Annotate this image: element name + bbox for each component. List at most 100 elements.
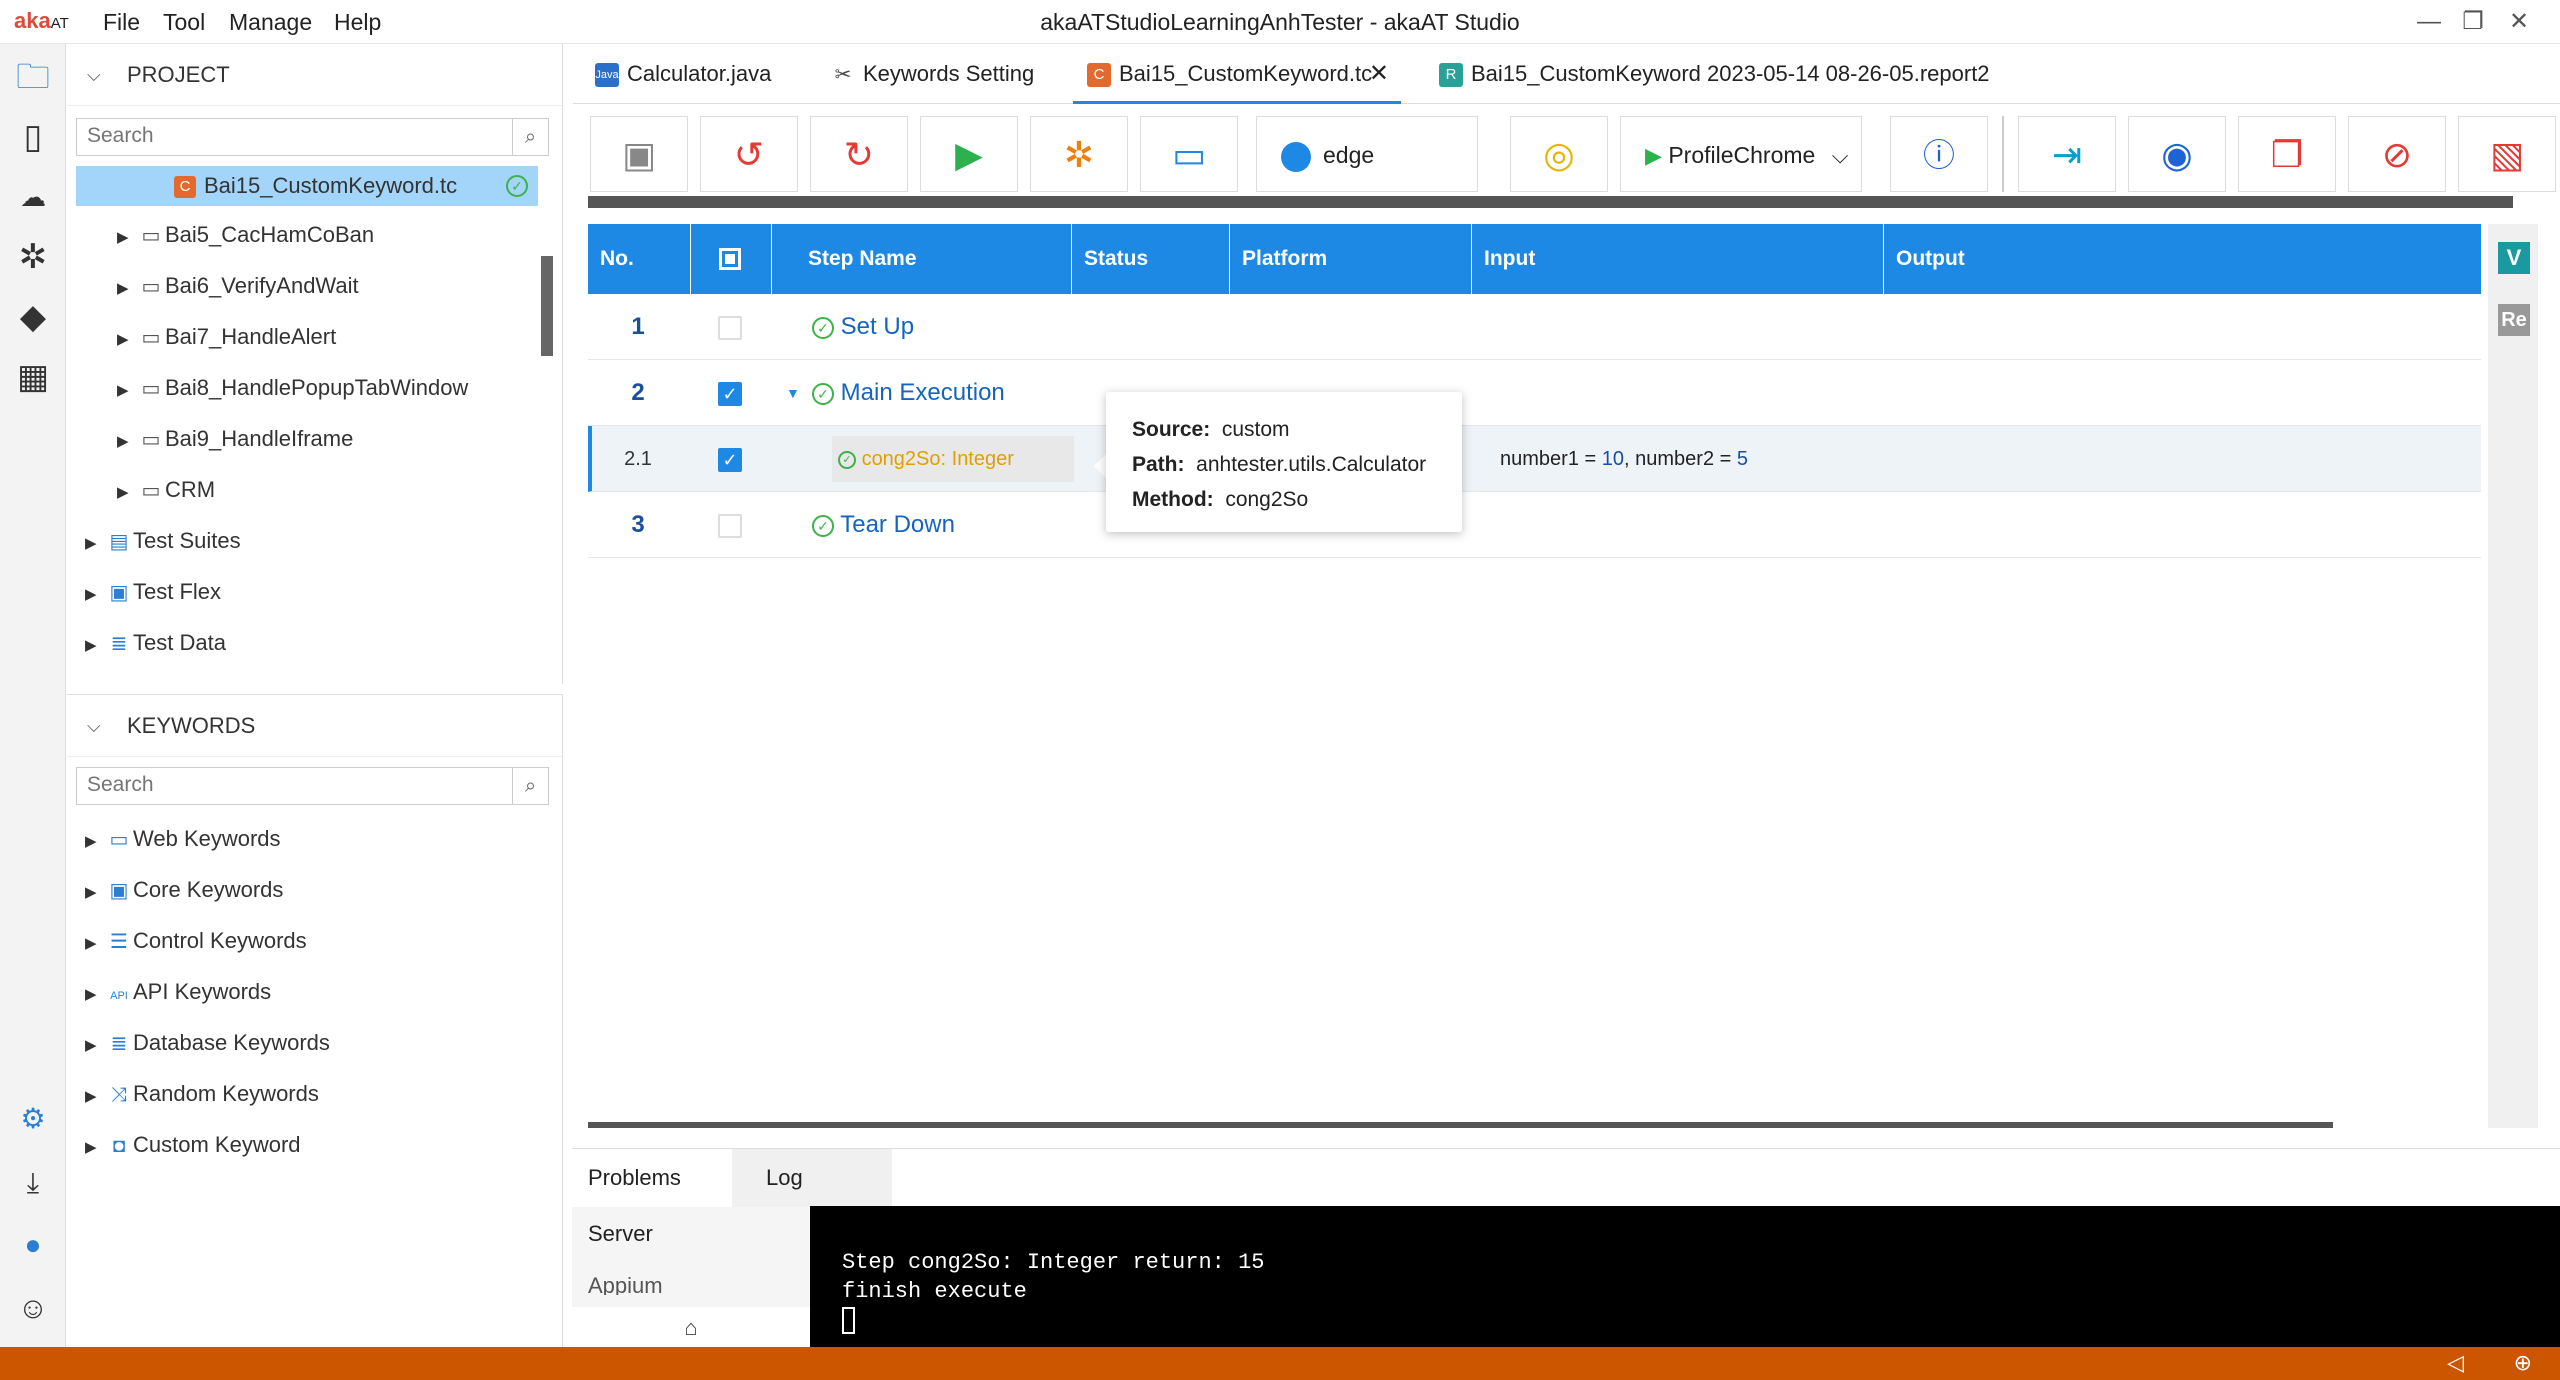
row-checkbox[interactable]: ✓ xyxy=(718,448,742,472)
close-tab-icon[interactable]: ✕ xyxy=(1369,44,1389,104)
info-icon[interactable]: ⓘ xyxy=(1890,116,1988,192)
remote-screen-icon[interactable]: ▭ xyxy=(1140,116,1238,192)
tab-report[interactable]: R Bai15_CustomKeyword 2023-05-14 08-26-05… xyxy=(1425,44,2015,104)
grid-apps-icon[interactable]: ▦ xyxy=(10,354,56,400)
row-checkbox[interactable] xyxy=(718,316,742,340)
variables-button[interactable]: V xyxy=(2498,242,2530,274)
col-platform[interactable]: Platform xyxy=(1230,224,1472,294)
tree-item-web-keywords[interactable]: ▶ ▭ Web Keywords xyxy=(85,819,281,859)
undo-icon[interactable]: ↺ xyxy=(700,116,798,192)
col-status[interactable]: Status xyxy=(1072,224,1230,294)
tab-problems[interactable]: Problems xyxy=(572,1149,697,1207)
select-all-checkbox[interactable] xyxy=(719,248,741,270)
tree-item-test-data[interactable]: ▶ ≣ Test Data xyxy=(85,623,226,663)
tree-item-database-keywords[interactable]: ▶ ≣ Database Keywords xyxy=(85,1023,330,1063)
tree-item-bai7[interactable]: ▶ ▭ Bai7_HandleAlert xyxy=(117,317,336,357)
chevron-down-icon: ⌵ xyxy=(1831,143,1849,168)
col-input[interactable]: Input xyxy=(1472,224,1884,294)
expand-triangle-icon[interactable]: ▼ xyxy=(786,360,800,426)
tab-log[interactable]: Log xyxy=(732,1149,892,1207)
table-row[interactable]: 1 ✓ Set Up xyxy=(588,294,2481,360)
crosshair-icon[interactable]: ⊕ xyxy=(2514,1350,2532,1376)
tree-item-crm[interactable]: ▶ ▭ CRM xyxy=(117,470,215,510)
col-output[interactable]: Output xyxy=(1884,224,2481,294)
close-window-icon[interactable]: ✕ xyxy=(2500,4,2538,40)
copy-pages-icon[interactable]: ❐ xyxy=(2238,116,2336,192)
project-search-input[interactable] xyxy=(77,119,497,153)
redo-icon[interactable]: ↻ xyxy=(810,116,908,192)
swirl-icon[interactable]: ● xyxy=(10,1222,56,1268)
play-small-icon: ▶ xyxy=(1645,143,1662,168)
step-name[interactable]: ✓ Main Execution xyxy=(812,360,1005,426)
globe-icon[interactable]: ◎ xyxy=(1510,116,1608,192)
restore-icon[interactable]: ❐ xyxy=(2454,4,2492,40)
mobile-icon[interactable]: ▯ xyxy=(10,114,56,160)
table-row[interactable]: 3 ✓ Tear Down xyxy=(588,492,2481,558)
keywords-search-input[interactable] xyxy=(77,768,497,802)
appium-item[interactable]: Appium xyxy=(588,1273,663,1295)
table-row[interactable]: 2 ✓ ▼ ✓ Main Execution xyxy=(588,360,2481,426)
block-icon[interactable]: ⊘ xyxy=(2348,116,2446,192)
tree-item-bai9[interactable]: ▶ ▭ Bai9_HandleIframe xyxy=(117,419,353,459)
browser-select[interactable]: edge xyxy=(1256,116,1478,192)
step-name[interactable]: ✓ Set Up xyxy=(812,294,914,360)
log-console[interactable]: Step cong2So: Integer return: 15 finish … xyxy=(810,1206,2560,1347)
run-play-icon[interactable]: ▶ xyxy=(920,116,1018,192)
tab-bai15-customkeyword[interactable]: C Bai15_CustomKeyword.tc ✕ xyxy=(1073,44,1401,104)
api-cloud-icon[interactable]: ☁ xyxy=(10,174,56,220)
test-suites-icon: ▤ xyxy=(109,531,129,553)
save-icon[interactable]: ▣ xyxy=(590,116,688,192)
col-step-name[interactable]: Step Name xyxy=(772,224,1072,294)
step-name[interactable]: ✓ Tear Down xyxy=(812,492,955,558)
settings-gear-icon[interactable]: ⚙ xyxy=(10,1096,56,1142)
minimize-icon[interactable]: — xyxy=(2410,4,2448,40)
profile-select[interactable]: ▶ ProfileChrome ⌵ xyxy=(1620,116,1862,192)
col-select-all[interactable] xyxy=(691,224,772,294)
keyword-pill[interactable]: ✓ cong2So: Integer xyxy=(832,436,1074,482)
tree-item-custom-keyword[interactable]: ▶ ◘ Custom Keyword xyxy=(85,1125,301,1165)
git-icon[interactable]: ◆ xyxy=(10,294,56,340)
user-icon[interactable]: ☺ xyxy=(10,1286,56,1332)
tree-item-control-keywords[interactable]: ▶ ☰ Control Keywords xyxy=(85,921,307,961)
tooltip-arrow xyxy=(1094,454,1106,478)
megaphone-icon[interactable]: ◁ xyxy=(2447,1350,2464,1376)
toolbar-divider xyxy=(2002,116,2004,192)
tree-item-bai5[interactable]: ▶ ▭ Bai5_CacHamCoBan xyxy=(117,215,374,255)
tree-item-selected-file[interactable]: C Bai15_CustomKeyword.tc ✓ xyxy=(76,166,538,206)
debug-bug-icon[interactable]: ✲ xyxy=(1030,116,1128,192)
table-row[interactable]: 2.1 ✓ ✓ cong2So: Integer number1 = 10, n… xyxy=(588,426,2481,492)
export-icon[interactable]: ⇥ xyxy=(2018,116,2116,192)
row-checkbox[interactable]: ✓ xyxy=(718,382,742,406)
tree-item-random-keywords[interactable]: ▶ ⤨ Random Keywords xyxy=(85,1074,319,1114)
hide-eye-icon[interactable]: ◉ xyxy=(2128,116,2226,192)
col-no[interactable]: No. xyxy=(588,224,691,294)
tree-item-test-flex[interactable]: ▶ ▣ Test Flex xyxy=(85,572,221,612)
search-icon[interactable]: ⌕ xyxy=(512,119,548,155)
project-header[interactable]: ⌵ PROJECT xyxy=(67,44,562,106)
server-control-icon[interactable]: ⌂ xyxy=(572,1307,810,1348)
tab-keywords-setting[interactable]: ✂ Keywords Setting xyxy=(817,44,1057,104)
tree-item-api-keywords[interactable]: ▶ API API Keywords xyxy=(85,972,271,1012)
row-checkbox[interactable] xyxy=(718,514,742,538)
bug-icon[interactable]: ✲ xyxy=(10,234,56,280)
keywords-header[interactable]: ⌵ KEYWORDS xyxy=(67,695,562,757)
table-header: No. Step Name Status Platform Input Outp… xyxy=(588,224,2481,294)
result-button[interactable]: Re xyxy=(2498,304,2530,336)
testcase-file-icon: C xyxy=(174,176,196,199)
tree-item-bai8[interactable]: ▶ ▭ Bai8_HandlePopupTabWindow xyxy=(117,368,468,408)
keyword-tooltip: Source: custom Path: anhtester.utils.Cal… xyxy=(1106,392,1462,532)
camera-off-icon[interactable]: ▧ xyxy=(2458,116,2556,192)
toolbar-scrollbar[interactable] xyxy=(588,196,2513,208)
testcase-file-icon: C xyxy=(1087,63,1111,88)
table-hscrollbar[interactable] xyxy=(588,1122,2333,1128)
server-item[interactable]: Server xyxy=(588,1221,653,1247)
download-icon[interactable]: ⤓ xyxy=(10,1160,56,1206)
tree-item-bai6[interactable]: ▶ ▭ Bai6_VerifyAndWait xyxy=(117,266,359,306)
tree-item-test-suites[interactable]: ▶ ▤ Test Suites xyxy=(85,521,241,561)
project-scrollbar[interactable] xyxy=(541,256,553,356)
tree-item-core-keywords[interactable]: ▶ ▣ Core Keywords xyxy=(85,870,283,910)
search-icon[interactable]: ⌕ xyxy=(512,768,548,804)
explorer-icon[interactable]: 🗀 xyxy=(10,54,56,100)
tab-calculator-java[interactable]: Java Calculator.java xyxy=(581,44,803,104)
input-value[interactable]: number1 = 10, number2 = 5 xyxy=(1500,426,1748,492)
